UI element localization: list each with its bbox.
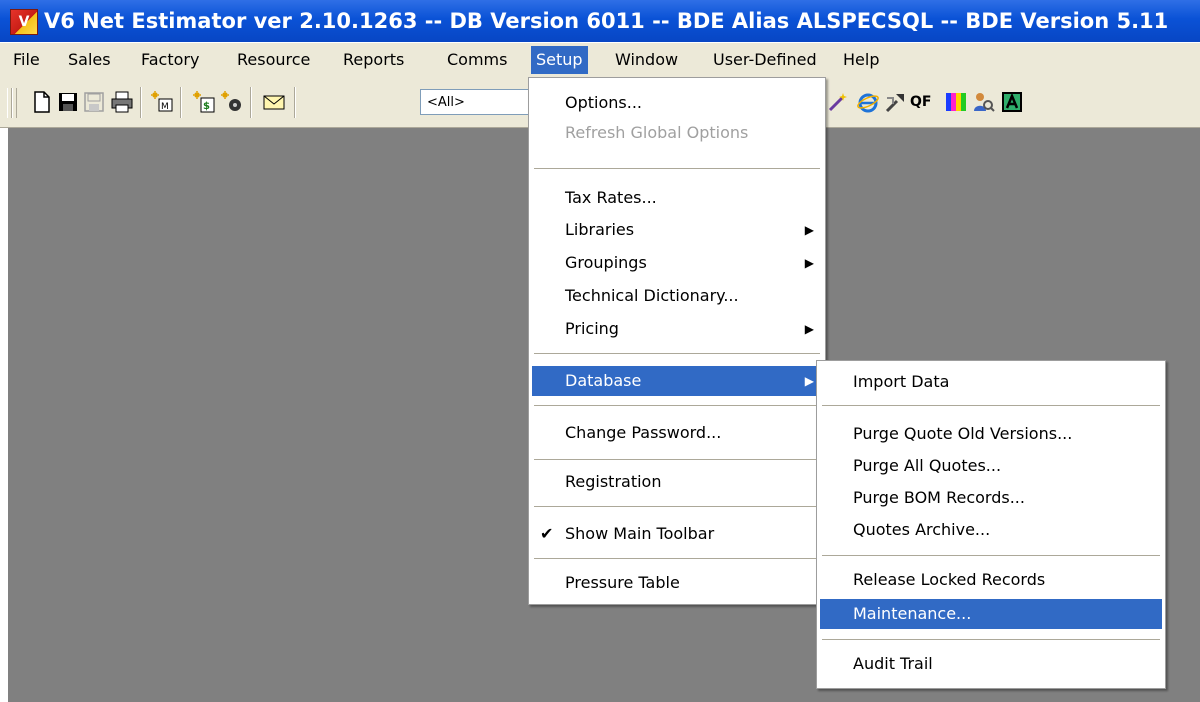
new-document-icon[interactable] (30, 90, 54, 114)
menu-sales[interactable]: Sales (63, 46, 116, 74)
submenu-arrow-icon: ▶ (804, 374, 814, 388)
menu-comms[interactable]: Comms (442, 46, 512, 74)
tools-icon[interactable] (884, 90, 908, 114)
price-new-icon[interactable]: $ (192, 90, 216, 114)
menu-item-import-data[interactable]: Import Data (820, 367, 1162, 397)
print-icon[interactable] (110, 90, 134, 114)
wand-icon[interactable] (826, 90, 850, 114)
menu-item-registration[interactable]: Registration (532, 467, 822, 497)
menu-item-purge-all-quotes[interactable]: Purge All Quotes... (820, 451, 1162, 481)
internet-explorer-icon[interactable] (856, 90, 880, 114)
menu-item-database[interactable]: Database ▶ (532, 366, 822, 396)
submenu-arrow-icon: ▶ (804, 322, 814, 336)
menu-item-audit-trail[interactable]: Audit Trail (820, 649, 1162, 679)
menu-reports[interactable]: Reports (338, 46, 409, 74)
menu-separator (534, 558, 820, 560)
menu-separator (534, 405, 820, 407)
menu-separator (822, 639, 1160, 641)
toolbar-separator (294, 87, 296, 118)
menu-separator (534, 506, 820, 508)
menu-item-change-password[interactable]: Change Password... (532, 418, 822, 448)
checkmark-icon: ✔ (540, 524, 554, 543)
svg-text:M: M (161, 102, 169, 112)
menu-separator (822, 405, 1160, 407)
menu-item-groupings[interactable]: Groupings ▶ (532, 248, 822, 278)
menu-user-defined[interactable]: User-Defined (708, 46, 822, 74)
menu-item-technical-dictionary[interactable]: Technical Dictionary... (532, 281, 822, 311)
menu-help[interactable]: Help (838, 46, 884, 74)
menu-separator (822, 555, 1160, 557)
toolbar-separator (250, 87, 252, 118)
submenu-arrow-icon: ▶ (804, 256, 814, 270)
menu-item-release-locked-records[interactable]: Release Locked Records (820, 565, 1162, 595)
resource-icon[interactable] (220, 90, 244, 114)
menu-item-quotes-archive[interactable]: Quotes Archive... (820, 515, 1162, 545)
window-title: V6 Net Estimator ver 2.10.1263 -- DB Ver… (44, 9, 1169, 33)
setup-menu: Options... Refresh Global Options Tax Ra… (528, 77, 826, 605)
menu-resource[interactable]: Resource (232, 46, 315, 74)
a-letter-icon[interactable] (1000, 90, 1024, 114)
menu-item-libraries[interactable]: Libraries ▶ (532, 215, 822, 245)
menu-separator (534, 353, 820, 355)
sales-new-icon[interactable]: M (150, 90, 174, 114)
menu-bar: File Sales Factory Resource Reports Comm… (0, 43, 1200, 77)
menu-item-pricing[interactable]: Pricing ▶ (532, 314, 822, 344)
user-search-icon[interactable] (972, 90, 996, 114)
database-submenu: Import Data Purge Quote Old Versions... … (816, 360, 1166, 689)
title-bar: V V6 Net Estimator ver 2.10.1263 -- DB V… (0, 0, 1200, 42)
save-disabled-icon (82, 90, 106, 114)
color-palette-icon[interactable] (944, 90, 968, 114)
menu-item-show-main-toolbar[interactable]: ✔ Show Main Toolbar (532, 519, 822, 549)
menu-separator (534, 459, 820, 461)
toolbar-grip-2[interactable] (12, 88, 17, 118)
menu-setup[interactable]: Setup (531, 46, 588, 74)
submenu-arrow-icon: ▶ (804, 223, 814, 237)
app-logo-icon: V (10, 9, 38, 35)
filter-combo[interactable]: <All> (420, 89, 530, 115)
menu-item-purge-quote-old-versions[interactable]: Purge Quote Old Versions... (820, 419, 1162, 449)
menu-separator (534, 168, 820, 170)
toolbar-separator (140, 87, 142, 118)
menu-file[interactable]: File (8, 46, 45, 74)
toolbar-separator (180, 87, 182, 118)
menu-item-tax-rates[interactable]: Tax Rates... (532, 183, 822, 213)
save-icon[interactable] (56, 90, 80, 114)
qf-icon[interactable]: QF (910, 90, 938, 114)
menu-item-purge-bom-records[interactable]: Purge BOM Records... (820, 483, 1162, 513)
menu-item-refresh-global-options: Refresh Global Options (565, 123, 749, 142)
menu-window[interactable]: Window (610, 46, 683, 74)
menu-item-maintenance[interactable]: Maintenance... (820, 599, 1162, 629)
mail-icon[interactable] (262, 90, 286, 114)
menu-factory[interactable]: Factory (136, 46, 204, 74)
menu-item-pressure-table[interactable]: Pressure Table (532, 568, 822, 598)
menu-item-options[interactable]: Options... (532, 88, 822, 118)
svg-text:$: $ (203, 101, 210, 112)
